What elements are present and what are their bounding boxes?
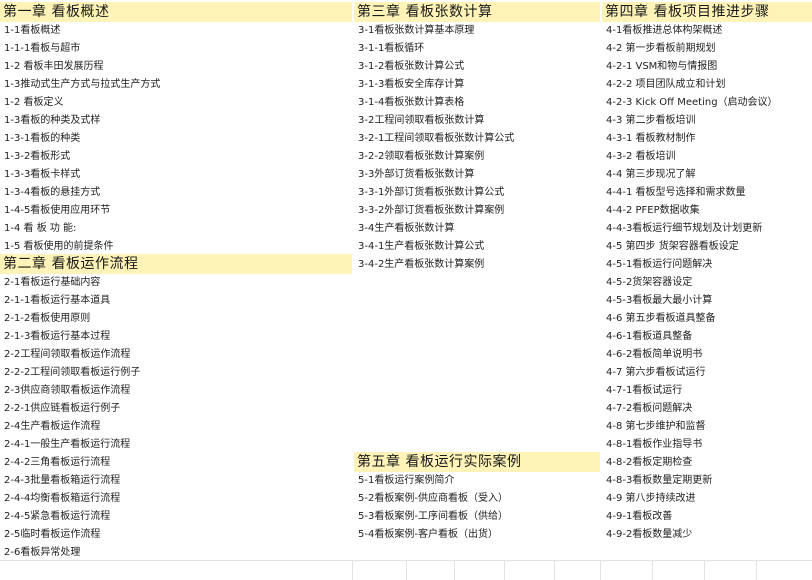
toc-item: 2-1看板运行基础内容	[4, 277, 101, 288]
toc-item: 4-4 第三步现况了解	[606, 169, 696, 180]
toc-item: 4-2 第一步看板前期规划	[606, 43, 716, 54]
grid-line	[352, 560, 353, 580]
chapter-2-list: 2-1看板运行基础内容 2-1-1看板运行基本道具 2-1-2看板使用原则 2-1-3…	[0, 274, 352, 562]
toc-item: 4-6-1看板道具整备	[606, 331, 693, 342]
toc-item: 3-1-1看板循环	[358, 43, 425, 54]
toc-item: 4-9 第八步持续改进	[606, 493, 696, 504]
toc-item: 1-3-3看板卡样式	[4, 169, 81, 180]
spreadsheet-sheet: 第一章 看板概述 1-1看板概述 1-1-1看板与超市 1-2 看板丰田发展历程 1-…	[0, 0, 812, 580]
toc-item: 2-4-5紧急看板运行流程	[4, 511, 111, 522]
chapter-1-list: 1-1看板概述 1-1-1看板与超市 1-2 看板丰田发展历程 1-3推动式生产方式与…	[0, 22, 352, 256]
chapter-3-title: 第三章 看板张数计算	[354, 2, 600, 22]
chapter-1-block: 第一章 看板概述 1-1看板概述 1-1-1看板与超市 1-2 看板丰田发展历程 1-…	[0, 2, 352, 256]
toc-item: 4-3 第二步看板培训	[606, 115, 696, 126]
toc-item: 4-4-2 PFEP数据收集	[606, 205, 700, 216]
chapter-4-list: 4-1看板推进总体构架概述 4-2 第一步看板前期规划 4-2-1 VSM和物与情报…	[602, 22, 812, 544]
grid-line	[600, 560, 601, 580]
toc-item: 1-2 看板定义	[4, 97, 64, 108]
chapter-4-block: 第四章 看板项目推进步骤 4-1看板推进总体构架概述 4-2 第一步看板前期规划 4…	[602, 2, 812, 544]
toc-item: 4-2-3 Kick Off Meeting（启动会议）	[606, 97, 778, 108]
toc-item: 4-8-3看板数量定期更新	[606, 475, 713, 486]
toc-item: 3-4-2生产看板张数计算案例	[358, 259, 485, 270]
toc-item: 5-1看板运行案例简介	[358, 475, 455, 486]
toc-item: 2-1-1看板运行基本道具	[4, 295, 111, 306]
toc-item: 1-1看板概述	[4, 25, 61, 36]
toc-item: 4-8-1看板作业指导书	[606, 439, 703, 450]
toc-item: 2-2-2工程间领取看板运行例子	[4, 367, 141, 378]
grid-line	[504, 560, 505, 580]
toc-item: 2-2工程间领取看板运作流程	[4, 349, 131, 360]
toc-item: 1-2 看板丰田发展历程	[4, 61, 104, 72]
toc-item: 2-1-3看板运行基本过程	[4, 331, 111, 342]
toc-item: 2-1-2看板使用原则	[4, 313, 91, 324]
toc-item: 4-9-2看板数量减少	[606, 529, 693, 540]
toc-item: 4-8-2看板定期检查	[606, 457, 693, 468]
toc-item: 4-5 第四步 货架容器看板设定	[606, 241, 739, 252]
toc-item: 1-3-1看板的种类	[4, 133, 81, 144]
grid-line	[454, 560, 455, 580]
toc-item: 3-1-2看板张数计算公式	[358, 61, 465, 72]
toc-item: 1-3-4看板的悬挂方式	[4, 187, 101, 198]
toc-item: 3-4-1生产看板张数计算公式	[358, 241, 485, 252]
toc-item: 4-7-1看板试运行	[606, 385, 683, 396]
grid-line	[406, 560, 407, 580]
toc-item: 3-3-2外部订货看板张数计算案例	[358, 205, 505, 216]
toc-item: 2-5临时看板运作流程	[4, 529, 101, 540]
toc-item: 4-3-1 看板教材制作	[606, 133, 696, 144]
chapter-5-list: 5-1看板运行案例简介 5-2看板案例-供应商看板（受入） 5-3看板案例-工序间看…	[354, 472, 600, 544]
toc-item: 1-3-2看板形式	[4, 151, 71, 162]
grid-line	[704, 560, 705, 580]
toc-item: 4-6-2看板简单说明书	[606, 349, 703, 360]
toc-item: 3-3外部订货看板张数计算	[358, 169, 475, 180]
toc-item: 4-5-2货架容器设定	[606, 277, 693, 288]
toc-item: 4-6 第五步看板道具整备	[606, 313, 716, 324]
toc-item: 1-1-1看板与超市	[4, 43, 81, 54]
toc-item: 4-4-1 看板型号选择和需求数量	[606, 187, 746, 198]
toc-item: 2-4-4均衡看板箱运行流程	[4, 493, 121, 504]
toc-item: 4-8 第七步维护和监督	[606, 421, 706, 432]
toc-item: 5-4看板案例-客户看板（出货）	[358, 529, 498, 540]
toc-item: 4-5-1看板运行问题解决	[606, 259, 713, 270]
toc-item: 3-4生产看板张数计算	[358, 223, 455, 234]
toc-item: 2-4生产看板运作流程	[4, 421, 101, 432]
toc-item: 1-4-5看板使用应用环节	[4, 205, 111, 216]
toc-item: 1-3推动式生产方式与拉式生产方式	[4, 79, 161, 90]
toc-item: 2-4-2三角看板运行流程	[4, 457, 111, 468]
chapter-3-list: 3-1看板张数计算基本原理 3-1-1看板循环 3-1-2看板张数计算公式 3-1-3…	[354, 22, 600, 274]
toc-item: 5-2看板案例-供应商看板（受入）	[358, 493, 508, 504]
toc-item: 4-2-2 项目团队成立和计划	[606, 79, 726, 90]
chapter-3-block: 第三章 看板张数计算 3-1看板张数计算基本原理 3-1-1看板循环 3-1-2看板…	[354, 2, 600, 274]
toc-item: 4-2-1 VSM和物与情报图	[606, 61, 718, 72]
chapter-5-title: 第五章 看板运行实际案例	[354, 452, 600, 472]
chapter-2-block: 第二章 看板运作流程 2-1看板运行基础内容 2-1-1看板运行基本道具 2-1-2…	[0, 254, 352, 562]
toc-item: 4-3-2 看板培训	[606, 151, 676, 162]
toc-item: 4-5-3看板最大最小计算	[606, 295, 713, 306]
toc-item: 3-2-2领取看板张数计算案例	[358, 151, 485, 162]
toc-item: 1-3看板的种类及式样	[4, 115, 101, 126]
grid-line	[652, 560, 653, 580]
grid-line	[554, 560, 555, 580]
toc-item: 4-1看板推进总体构架概述	[606, 25, 723, 36]
toc-item: 3-3-1外部订货看板张数计算公式	[358, 187, 505, 198]
toc-item: 1-4 看 板 功 能:	[4, 223, 77, 234]
toc-item: 3-2工程间领取看板张数计算	[358, 115, 485, 126]
toc-item: 4-7 第六步看板试运行	[606, 367, 706, 378]
toc-item: 3-1看板张数计算基本原理	[358, 25, 475, 36]
chapter-5-block: 第五章 看板运行实际案例 5-1看板运行案例简介 5-2看板案例-供应商看板（受入…	[354, 452, 600, 544]
toc-item: 5-3看板案例-工序间看板（供给）	[358, 511, 508, 522]
chapter-1-title: 第一章 看板概述	[0, 2, 352, 22]
chapter-4-title: 第四章 看板项目推进步骤	[602, 2, 812, 22]
toc-item: 4-4-3看板运行细节规划及计划更新	[606, 223, 763, 234]
toc-item: 4-9-1看板改善	[606, 511, 673, 522]
grid-line	[756, 560, 757, 580]
toc-item: 3-1-3看板安全库存计算	[358, 79, 465, 90]
toc-item: 2-2-1供应链看板运行例子	[4, 403, 121, 414]
toc-item: 2-4-3批量看板箱运行流程	[4, 475, 121, 486]
chapter-2-title: 第二章 看板运作流程	[0, 254, 352, 274]
toc-item: 2-4-1一般生产看板运行流程	[4, 439, 131, 450]
toc-item: 3-2-1工程间领取看板张数计算公式	[358, 133, 515, 144]
toc-item: 3-1-4看板张数计算表格	[358, 97, 465, 108]
toc-item: 4-7-2看板问题解决	[606, 403, 693, 414]
toc-item: 2-3供应商领取看板运作流程	[4, 385, 131, 396]
